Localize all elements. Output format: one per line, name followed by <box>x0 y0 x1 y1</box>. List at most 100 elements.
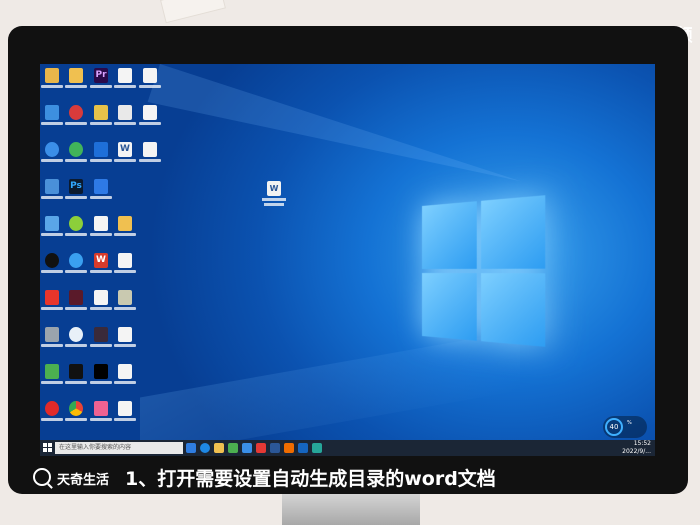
desktop-icon[interactable]: Ps <box>65 179 87 207</box>
desktop-icon[interactable] <box>65 401 87 429</box>
app-icon[interactable] <box>242 443 252 453</box>
word-icon[interactable] <box>270 443 280 453</box>
desktop-icon[interactable] <box>114 290 136 318</box>
desktop-icon[interactable] <box>90 290 112 318</box>
word-document-file[interactable]: W <box>261 181 287 206</box>
windows-start-icon[interactable] <box>43 443 52 452</box>
qq-icon <box>45 253 59 268</box>
desktop-icon[interactable] <box>41 401 63 429</box>
desktop-icon[interactable]: Pr <box>90 68 112 96</box>
premiere-icon: Pr <box>94 68 108 83</box>
desktop-screen: Pr W Ps W W 40 % 在这里输入你要搜索的内容 15:52 2022… <box>40 64 655 456</box>
gauge-percent: 40 <box>605 418 623 436</box>
desktop-icon[interactable] <box>114 364 136 392</box>
desktop-icon[interactable] <box>41 142 63 170</box>
folder-icon <box>118 216 132 231</box>
desktop-icon[interactable]: W <box>114 142 136 170</box>
windows-logo-pane <box>422 201 477 269</box>
app-icon <box>45 290 59 305</box>
desktop-icon[interactable] <box>114 327 136 355</box>
clock-time: 15:52 <box>633 440 651 447</box>
desktop-icon[interactable] <box>114 253 136 281</box>
subtitle-bar: 天奇生活 1、打开需要设置自动生成目录的word文档 <box>20 458 680 498</box>
desktop-icon[interactable] <box>139 68 161 96</box>
desktop-icon[interactable] <box>90 216 112 244</box>
computer-icon <box>45 105 59 120</box>
desktop-icon[interactable] <box>114 216 136 244</box>
desktop-icon[interactable] <box>90 327 112 355</box>
desktop-icon[interactable] <box>41 327 63 355</box>
netease-music-icon <box>45 401 59 416</box>
app-icon <box>94 401 108 416</box>
performance-gauge[interactable]: 40 % <box>603 416 647 438</box>
file-icon <box>143 142 157 157</box>
desktop-icon[interactable] <box>90 401 112 429</box>
app-icon[interactable] <box>298 443 308 453</box>
arrow-app-icon <box>94 142 108 157</box>
taskview-icon[interactable] <box>186 443 196 453</box>
document-icon <box>118 253 132 268</box>
desktop-icon[interactable] <box>41 105 63 133</box>
document-icon <box>118 327 132 342</box>
desktop-icon[interactable] <box>90 142 112 170</box>
shortcut-icon <box>94 105 108 120</box>
desktop-icon[interactable]: W <box>90 253 112 281</box>
desktop-icon[interactable] <box>65 327 87 355</box>
taskbar-search-input[interactable]: 在这里输入你要搜索的内容 <box>55 442 183 454</box>
excel-file-icon <box>94 290 108 305</box>
file-explorer-icon[interactable] <box>214 443 224 453</box>
desktop-icon[interactable] <box>114 68 136 96</box>
desktop-icon[interactable] <box>114 401 136 429</box>
desktop-icon[interactable] <box>90 105 112 133</box>
desktop-icon[interactable] <box>41 364 63 392</box>
desktop-icon[interactable] <box>139 105 161 133</box>
file-icon <box>118 290 132 305</box>
desktop-icon-grid: Pr W Ps W <box>40 64 170 434</box>
app-icon[interactable] <box>312 443 322 453</box>
desktop-icon[interactable] <box>41 253 63 281</box>
monitor-stand <box>282 494 420 525</box>
taskbar: 在这里输入你要搜索的内容 15:52 2022/9/... <box>40 440 655 456</box>
desktop-icon[interactable] <box>90 179 112 207</box>
desktop-icon[interactable] <box>65 253 87 281</box>
document-icon <box>118 364 132 379</box>
search-icon <box>33 468 51 486</box>
desktop-icon[interactable] <box>41 68 63 96</box>
clock-date: 2022/9/... <box>622 448 651 455</box>
desktop-icon[interactable] <box>114 105 136 133</box>
desktop-icon[interactable] <box>65 68 87 96</box>
app-icon <box>69 216 83 231</box>
file-name-label <box>264 203 284 206</box>
wps-icon[interactable] <box>256 443 266 453</box>
wechat-icon[interactable] <box>228 443 238 453</box>
desktop-icon[interactable] <box>65 216 87 244</box>
app-icon <box>45 216 59 231</box>
network-icon <box>45 142 59 157</box>
app-icon <box>69 290 83 305</box>
app-icon[interactable] <box>284 443 294 453</box>
desktop-icon[interactable] <box>65 364 87 392</box>
desktop-icon[interactable] <box>41 179 63 207</box>
wallpaper-light-beam-lower <box>140 330 520 456</box>
edge-icon[interactable] <box>200 443 210 453</box>
document-icon <box>118 105 132 120</box>
desktop-icon[interactable] <box>65 142 87 170</box>
desktop-icon[interactable] <box>41 290 63 318</box>
system-tray[interactable]: 15:52 2022/9/... <box>622 440 651 456</box>
folder-icon <box>69 68 83 83</box>
pdf-icon <box>143 68 157 83</box>
brand-name: 天奇生活 <box>57 473 110 488</box>
app-icon <box>69 327 83 342</box>
document-icon <box>118 68 132 83</box>
desktop-icon[interactable] <box>65 105 87 133</box>
desktop-icon[interactable] <box>90 364 112 392</box>
desktop-icon[interactable] <box>41 216 63 244</box>
desktop-icon[interactable] <box>139 142 161 170</box>
video-file-icon <box>94 364 108 379</box>
shield-icon <box>94 179 108 194</box>
capcut-icon <box>69 364 83 379</box>
background-paper <box>160 0 226 24</box>
desktop-icon[interactable] <box>65 290 87 318</box>
chrome-icon <box>69 401 83 416</box>
folder-icon <box>45 68 59 83</box>
